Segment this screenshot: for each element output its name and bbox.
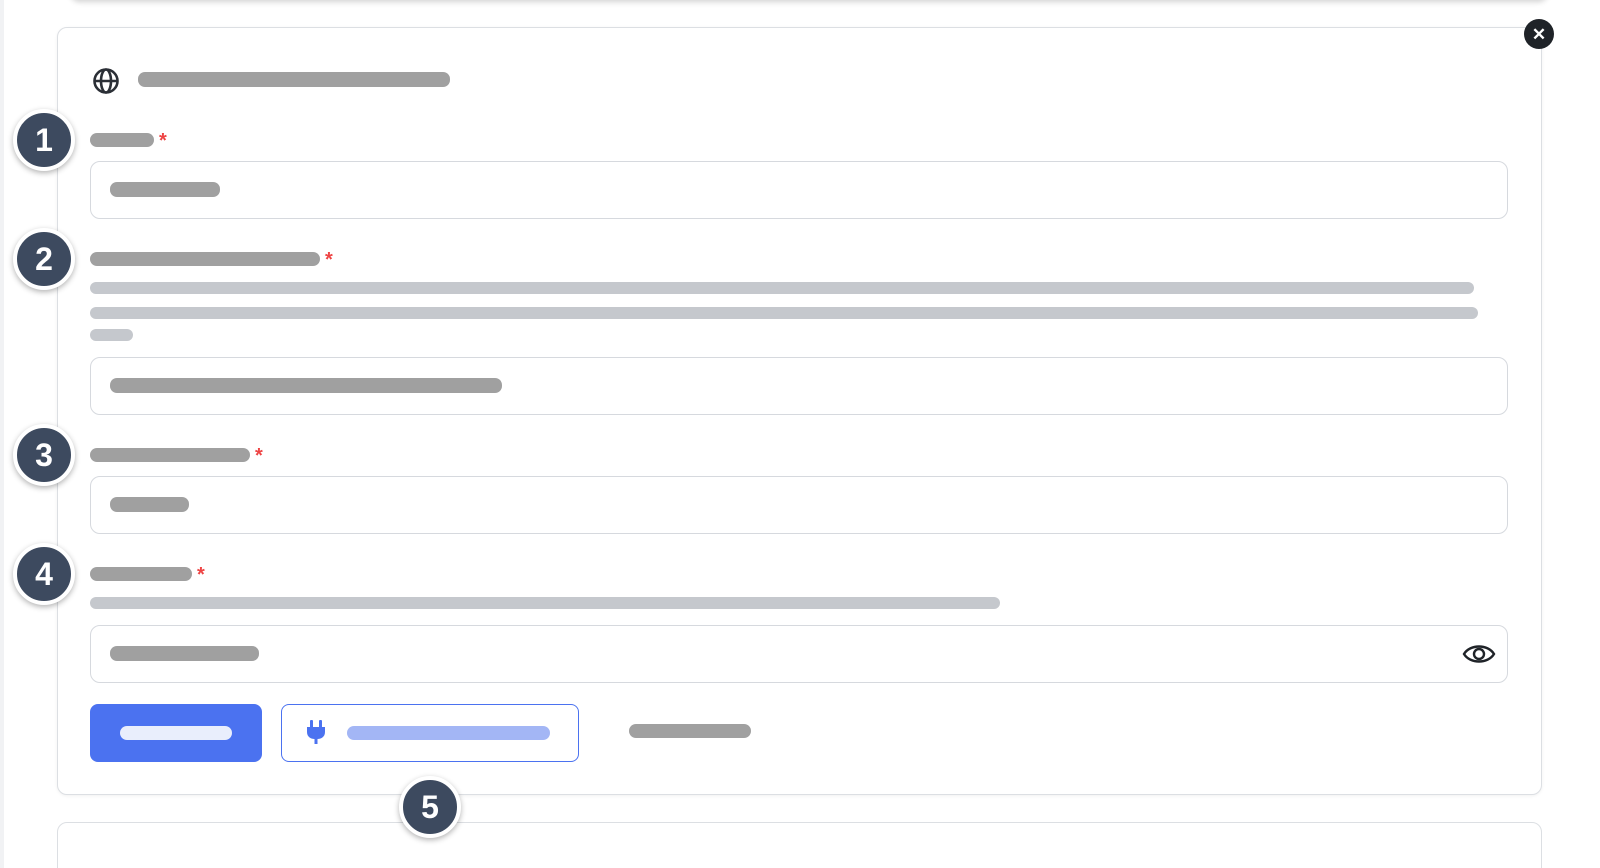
eye-icon[interactable]	[1462, 640, 1496, 668]
field-3-input[interactable]	[90, 476, 1508, 534]
field-2-input[interactable]	[90, 357, 1508, 415]
field-2-required-mark: *	[325, 249, 333, 271]
page: ✕ * * * * 1 2 3 4 5	[0, 0, 1600, 868]
globe-icon	[93, 68, 119, 94]
step-marker-4: 4	[13, 543, 75, 605]
field-3-label	[90, 448, 250, 462]
save-button[interactable]	[90, 704, 262, 762]
card-title	[138, 72, 450, 87]
field-4-description	[90, 597, 1000, 609]
field-3-value	[110, 497, 189, 512]
field-4-secret-input[interactable]	[90, 625, 1508, 683]
field-1-value	[110, 182, 220, 197]
field-4-value	[110, 646, 259, 661]
save-button-label	[120, 726, 232, 740]
field-1-required-mark: *	[159, 130, 167, 152]
field-1-input[interactable]	[90, 161, 1508, 219]
field-1-label	[90, 133, 154, 147]
field-3-required-mark: *	[255, 445, 263, 467]
step-marker-3: 3	[13, 424, 75, 486]
field-2-description-line-1	[90, 282, 1474, 294]
field-2-value	[110, 378, 502, 393]
step-marker-5: 5	[399, 776, 461, 838]
plug-icon	[307, 720, 325, 744]
close-button[interactable]: ✕	[1524, 19, 1554, 49]
page-left-edge	[0, 0, 4, 868]
step-marker-2: 2	[13, 228, 75, 290]
field-2-description-line-3	[90, 329, 133, 341]
field-2-label	[90, 252, 320, 266]
field-4-required-mark: *	[197, 564, 205, 586]
test-connection-label	[347, 726, 550, 740]
next-card	[57, 822, 1542, 868]
cancel-link[interactable]	[629, 724, 751, 738]
step-marker-1: 1	[13, 109, 75, 171]
field-4-label	[90, 567, 192, 581]
close-icon: ✕	[1531, 24, 1547, 44]
field-2-description-line-2	[90, 307, 1478, 319]
